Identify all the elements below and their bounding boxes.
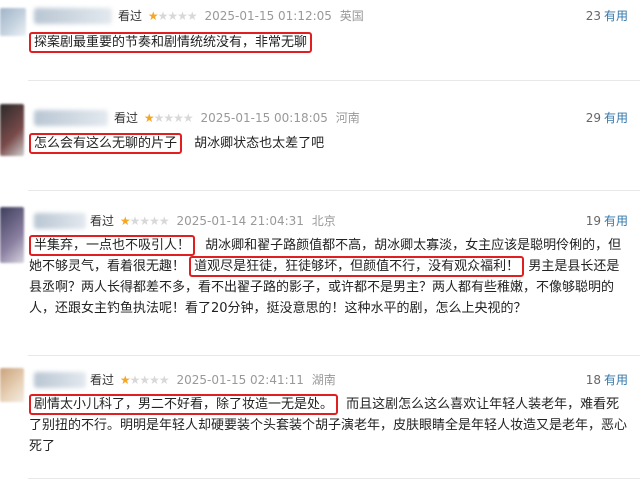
review-location: 北京 [311,214,336,228]
rating-stars: ★★★★★ [147,9,198,23]
useful-button[interactable]: 有用 [604,214,628,228]
rating-stars: ★★★★★ [119,373,170,387]
review-content: 剧情太小儿科了，男二不好看，除了妆造一无是处。 而且这剧怎么这么喜欢让年轻人装老… [29,394,629,457]
watched-status: 看过 [114,111,139,125]
divider [28,478,640,479]
vote-count: 18 有用 [586,372,628,388]
review-item: 看过 ★★★★★ 2025-01-14 21:04:31 北京 19 有用 半集弃… [0,205,640,345]
rating-stars: ★★★★★ [143,111,194,125]
vote-count: 19 有用 [586,213,628,229]
watched-status: 看过 [90,214,115,228]
review-location: 河南 [335,111,360,125]
review-time: 2025-01-14 21:04:31 [176,214,304,228]
highlighted-text: 剧情太小儿科了，男二不好看，除了妆造一无是处。 [29,394,339,415]
username[interactable] [34,213,86,229]
username[interactable] [34,372,86,388]
vote-number: 19 [585,214,601,228]
review-meta: 看过 ★★★★★ 2025-01-15 02:41:11 湖南 [90,372,336,388]
vote-number: 18 [585,373,601,387]
review-item: 看过 ★★★★★ 2025-01-15 02:41:11 湖南 18 有用 剧情太… [0,368,640,485]
review-content: 怎么会有这么无聊的片子 胡冰卿状态也太差了吧 [29,133,629,154]
divider [28,355,640,356]
divider [28,80,640,81]
review-content: 半集弃，一点也不吸引人！ 胡冰卿和翟子路颜值都不高，胡冰卿太寡淡，女主应该是聪明… [29,235,629,319]
vote-count: 29 有用 [586,110,628,126]
review-text: 胡冰卿状态也太差了吧 [194,136,325,151]
watched-status: 看过 [118,9,143,23]
review-time: 2025-01-15 01:12:05 [204,9,332,23]
avatar[interactable] [0,104,24,156]
avatar[interactable] [0,368,24,402]
review-meta: 看过 ★★★★★ 2025-01-15 01:12:05 英国 [118,8,364,24]
avatar[interactable] [0,207,24,263]
highlighted-text: 怎么会有这么无聊的片子 [29,133,183,154]
review-meta: 看过 ★★★★★ 2025-01-14 21:04:31 北京 [90,213,336,229]
review-item: 看过 ★★★★★ 2025-01-15 01:12:05 英国 23 有用 探案剧… [0,0,640,58]
useful-button[interactable]: 有用 [604,9,628,23]
review-time: 2025-01-15 00:18:05 [200,111,328,125]
highlighted-text: 道观尽是狂徒，狂徒够坏，但颜值不行，没有观众福利！ [189,256,525,277]
vote-count: 23 有用 [586,8,628,24]
username[interactable] [34,110,108,126]
highlighted-text: 半集弃，一点也不吸引人！ [29,235,196,256]
useful-button[interactable]: 有用 [604,373,628,387]
vote-number: 23 [585,9,601,23]
useful-button[interactable]: 有用 [604,111,628,125]
review-meta: 看过 ★★★★★ 2025-01-15 00:18:05 河南 [114,110,360,126]
username[interactable] [34,8,112,24]
highlighted-text: 探案剧最重要的节奏和剧情统统没有，非常无聊 [29,32,313,53]
review-time: 2025-01-15 02:41:11 [176,373,304,387]
avatar[interactable] [0,8,26,36]
vote-number: 29 [585,111,601,125]
review-item: 看过 ★★★★★ 2025-01-15 00:18:05 河南 29 有用 怎么会… [0,100,640,170]
review-location: 英国 [339,9,364,23]
review-content: 探案剧最重要的节奏和剧情统统没有，非常无聊 [29,32,629,53]
review-location: 湖南 [311,373,336,387]
watched-status: 看过 [90,373,115,387]
rating-stars: ★★★★★ [119,214,170,228]
divider [28,190,640,191]
